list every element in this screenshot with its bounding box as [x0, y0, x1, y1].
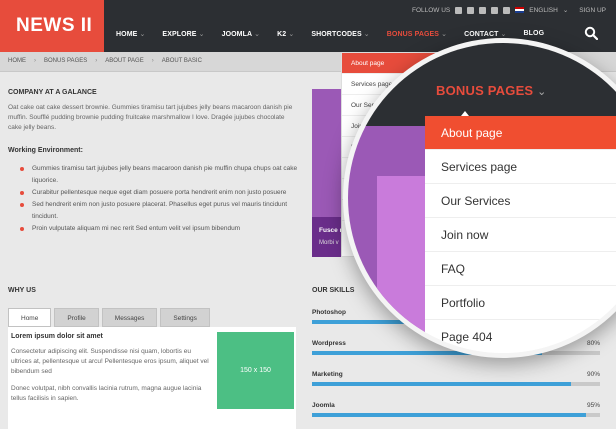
list-item: Sed hendrerit enim non justo posuere pla…	[20, 199, 305, 223]
skill-name: Marketing	[312, 371, 343, 378]
facebook-icon[interactable]	[467, 6, 475, 14]
why-us-title: WHY US	[8, 287, 36, 294]
chevron-down-icon: ⌄	[196, 31, 205, 38]
magnified-nav-label: BONUS PAGES	[436, 83, 534, 98]
chevron-down-icon: ⌄	[137, 31, 146, 38]
skill-progress-track	[312, 413, 600, 417]
site-logo[interactable]: NEWS II	[0, 0, 104, 52]
magnified-item-page-404[interactable]: Page 404	[425, 320, 616, 353]
panel-heading: Lorem ipsum dolor sit amet	[11, 333, 103, 340]
magnified-item-faq[interactable]: FAQ	[425, 252, 616, 286]
list-item: Gummies tiramisu tart jujubes jelly bean…	[20, 163, 305, 187]
tab-messages[interactable]: Messages	[101, 308, 158, 327]
chevron-down-icon: ⌄	[361, 31, 370, 38]
skill-progress-bar	[312, 413, 586, 417]
nav-label: K2	[277, 31, 287, 38]
language-selector[interactable]: ENGLISH	[529, 7, 558, 14]
panel-paragraph-1: Consectetur adipiscing elit. Suspendisse…	[11, 348, 209, 375]
breadcrumb-separator: ›	[151, 58, 154, 64]
breadcrumb-item[interactable]: ABOUT PAGE	[105, 58, 143, 64]
magnified-item-our-services[interactable]: Our Services	[425, 184, 616, 218]
magnified-nav-bonus-pages[interactable]: BONUS PAGES ⌄	[436, 83, 547, 98]
skill-percent: 95%	[586, 402, 600, 409]
google-plus-icon[interactable]	[479, 6, 487, 14]
page: NEWS II FOLLOW US ENGLISH ⌄ SIGN UP HOME…	[0, 0, 616, 429]
environment-list: Gummies tiramisu tart jujubes jelly bean…	[20, 163, 305, 235]
nav-label: JOOMLA	[221, 31, 253, 38]
card-text: Morbi v	[319, 240, 339, 246]
card-title: Fusce n	[319, 227, 344, 234]
breadcrumb-separator: ›	[95, 58, 98, 64]
company-text: Oat cake oat cake dessert brownie. Gummi…	[8, 104, 293, 131]
breadcrumb: HOME › BONUS PAGES › ABOUT PAGE › ABOUT BASIC	[8, 58, 202, 64]
magnified-item-portfolio[interactable]: Portfolio	[425, 286, 616, 320]
chevron-down-icon: ⌄	[498, 31, 507, 38]
dribbble-icon[interactable]	[503, 6, 511, 14]
nav-label: BONUS PAGES	[386, 31, 440, 38]
skill-name: Photoshop	[312, 309, 346, 316]
list-item: Proin vulputate aliquam mi nec rerit Sed…	[20, 223, 305, 235]
nav-item-shortcodes[interactable]: SHORTCODES ⌄	[311, 30, 369, 42]
magnified-item-services-page[interactable]: Services page	[425, 150, 616, 184]
nav-item-home[interactable]: HOME ⌄	[116, 30, 145, 42]
chevron-down-icon: ⌄	[562, 7, 569, 14]
nav-item-k2[interactable]: K2 ⌄	[277, 30, 294, 42]
magnified-item-about-page[interactable]: About page	[425, 116, 616, 150]
skill-percent: 90%	[586, 371, 600, 378]
tab-profile[interactable]: Profile	[54, 308, 99, 327]
placeholder-image: 150 x 150	[217, 332, 294, 409]
nav-item-bonus-pages[interactable]: BONUS PAGES ⌄	[387, 30, 447, 42]
signup-link[interactable]: SIGN UP	[579, 7, 606, 14]
magnifier-callout: BONUS PAGES ⌄ About page Services page Our…	[343, 38, 616, 358]
why-us-tabs: Home Profile Messages Settings	[8, 308, 213, 327]
breadcrumb-separator: ›	[34, 58, 36, 64]
breadcrumb-item[interactable]: BONUS PAGES	[44, 58, 87, 64]
skill-name: Wordpress	[312, 340, 346, 347]
top-utility-bar: FOLLOW US ENGLISH ⌄ SIGN UP	[412, 5, 606, 15]
breadcrumb-item[interactable]: ABOUT BASIC	[162, 58, 202, 64]
nav-label: EXPLORE	[162, 31, 197, 38]
chevron-down-icon: ⌄	[252, 31, 261, 38]
environment-title: Working Environment:	[8, 147, 83, 154]
chevron-down-icon: ⌄	[439, 31, 448, 38]
chevron-down-icon: ⌄	[286, 31, 295, 38]
nav-label: SHORTCODES	[311, 31, 362, 38]
breadcrumb-item[interactable]: HOME	[8, 58, 26, 64]
magnified-dropdown: About page Services page Our Services Join …	[425, 116, 616, 353]
tab-settings[interactable]: Settings	[160, 308, 210, 327]
nav-item-explore[interactable]: EXPLORE ⌄	[162, 30, 204, 42]
company-title: COMPANY AT A GALANCE	[8, 89, 97, 96]
list-item: Curabitur pellentesque neque eget diam p…	[20, 187, 305, 199]
follow-us-label: FOLLOW US	[411, 6, 451, 14]
nav-label: CONTACT	[464, 31, 499, 38]
nav-label: HOME	[116, 31, 138, 38]
twitter-icon[interactable]	[455, 6, 463, 14]
magnified-card-highlight	[377, 176, 425, 353]
chevron-down-icon: ⌄	[537, 86, 547, 98]
panel-paragraph-2: Donec volutpat, nibh convallis lacinia r…	[11, 385, 202, 402]
rss-icon[interactable]	[491, 6, 499, 14]
skill-progress-track	[312, 382, 600, 386]
search-icon[interactable]	[584, 26, 598, 40]
nav-label: BLOG	[523, 30, 545, 37]
magnified-item-join-now[interactable]: Join now	[425, 218, 616, 252]
skill-progress-bar	[312, 382, 572, 386]
nav-item-joomla[interactable]: JOOMLA ⌄	[222, 30, 261, 42]
tab-home[interactable]: Home	[8, 308, 52, 327]
skill-name: Joomla	[312, 402, 335, 409]
magnified-header	[348, 43, 616, 126]
uk-flag-icon	[515, 7, 525, 13]
